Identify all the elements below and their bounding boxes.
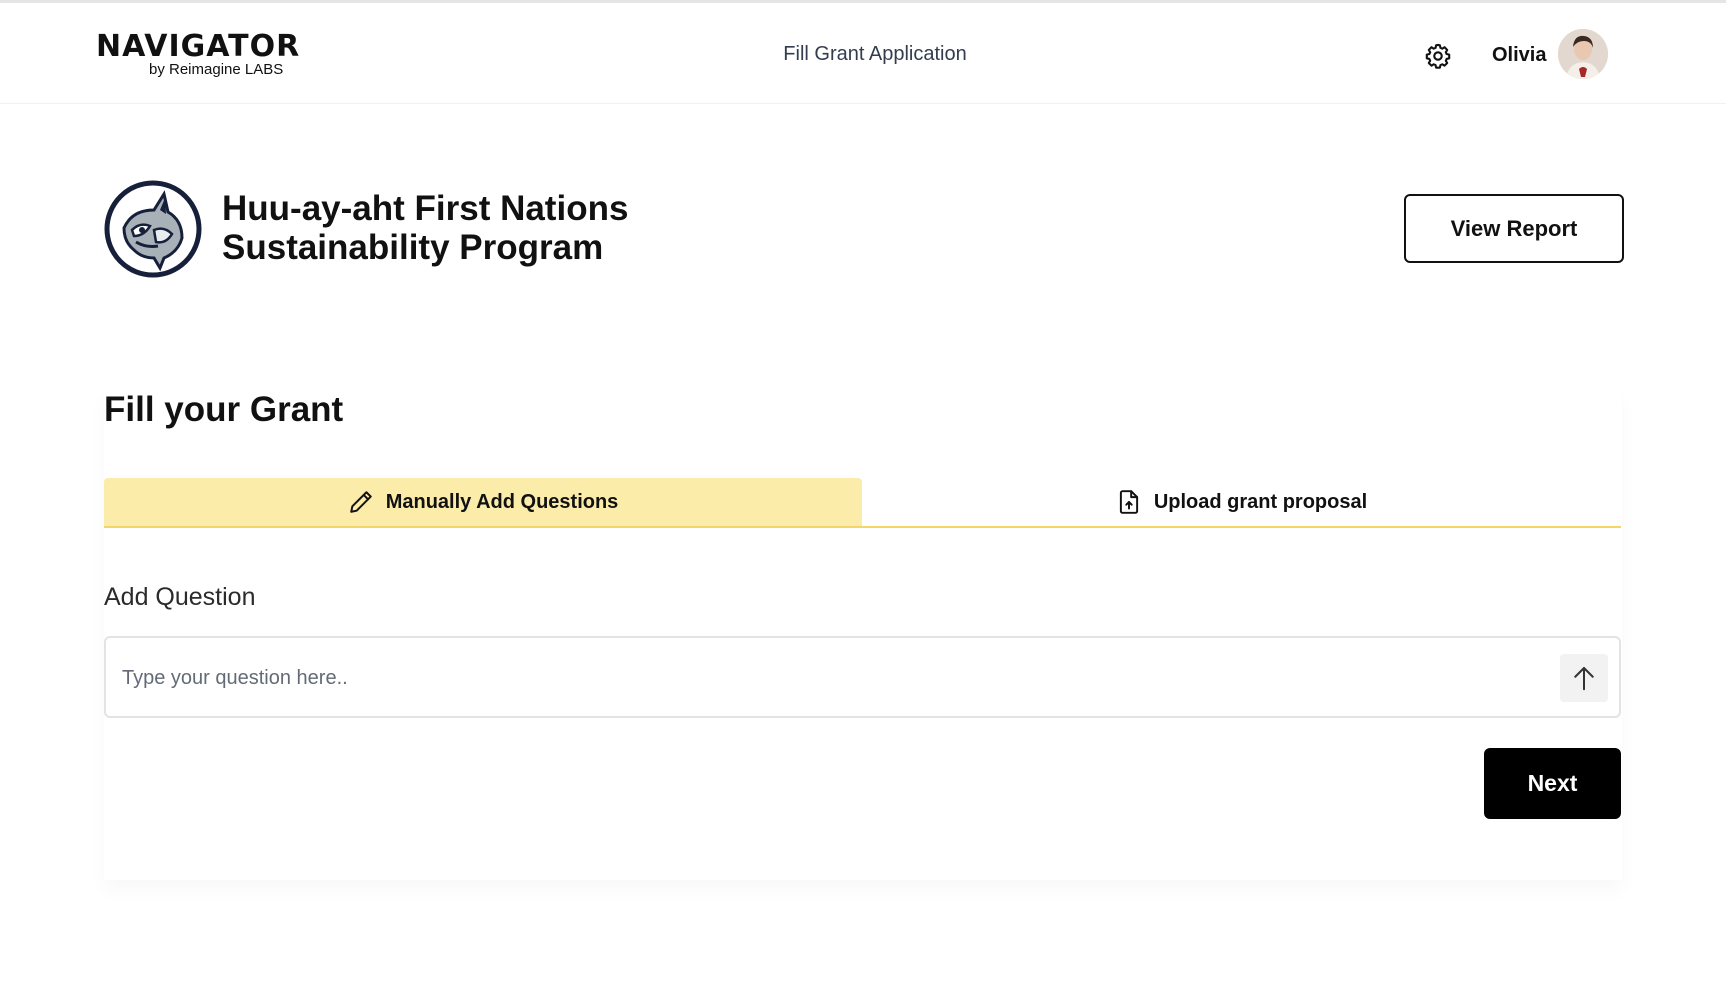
tab-manually-add-questions[interactable]: Manually Add Questions bbox=[104, 478, 862, 526]
submit-question-button[interactable] bbox=[1560, 654, 1608, 702]
tab-upload-grant-proposal[interactable]: Upload grant proposal bbox=[862, 478, 1621, 526]
grant-form-panel bbox=[104, 390, 1622, 880]
pencil-icon bbox=[349, 491, 372, 513]
view-report-button[interactable]: View Report bbox=[1404, 194, 1624, 263]
arrow-up-icon bbox=[1574, 667, 1594, 691]
gear-icon[interactable] bbox=[1424, 42, 1452, 70]
file-upload-icon bbox=[1119, 490, 1138, 514]
next-button[interactable]: Next bbox=[1484, 748, 1621, 819]
question-input-box bbox=[104, 636, 1621, 718]
form-title: Fill your Grant bbox=[104, 390, 344, 429]
orca-emblem-icon bbox=[104, 180, 202, 278]
add-question-label: Add Question bbox=[104, 583, 256, 611]
avatar[interactable] bbox=[1558, 29, 1608, 79]
top-navbar: NAVIGATOR by Reimagine LABS Fill Grant A… bbox=[0, 3, 1726, 104]
user-avatar-image bbox=[1558, 29, 1608, 79]
tab-upload-label: Upload grant proposal bbox=[1153, 490, 1368, 513]
header-page-title: Fill Grant Application bbox=[783, 43, 967, 65]
user-name: Olivia bbox=[1492, 44, 1547, 66]
tab-manual-label: Manually Add Questions bbox=[385, 490, 619, 513]
question-input[interactable] bbox=[120, 656, 1424, 700]
organization-name: Huu-ay-aht First Nations Sustainability … bbox=[222, 189, 629, 267]
input-mode-tabs: Manually Add Questions Upload grant prop… bbox=[104, 478, 1621, 528]
